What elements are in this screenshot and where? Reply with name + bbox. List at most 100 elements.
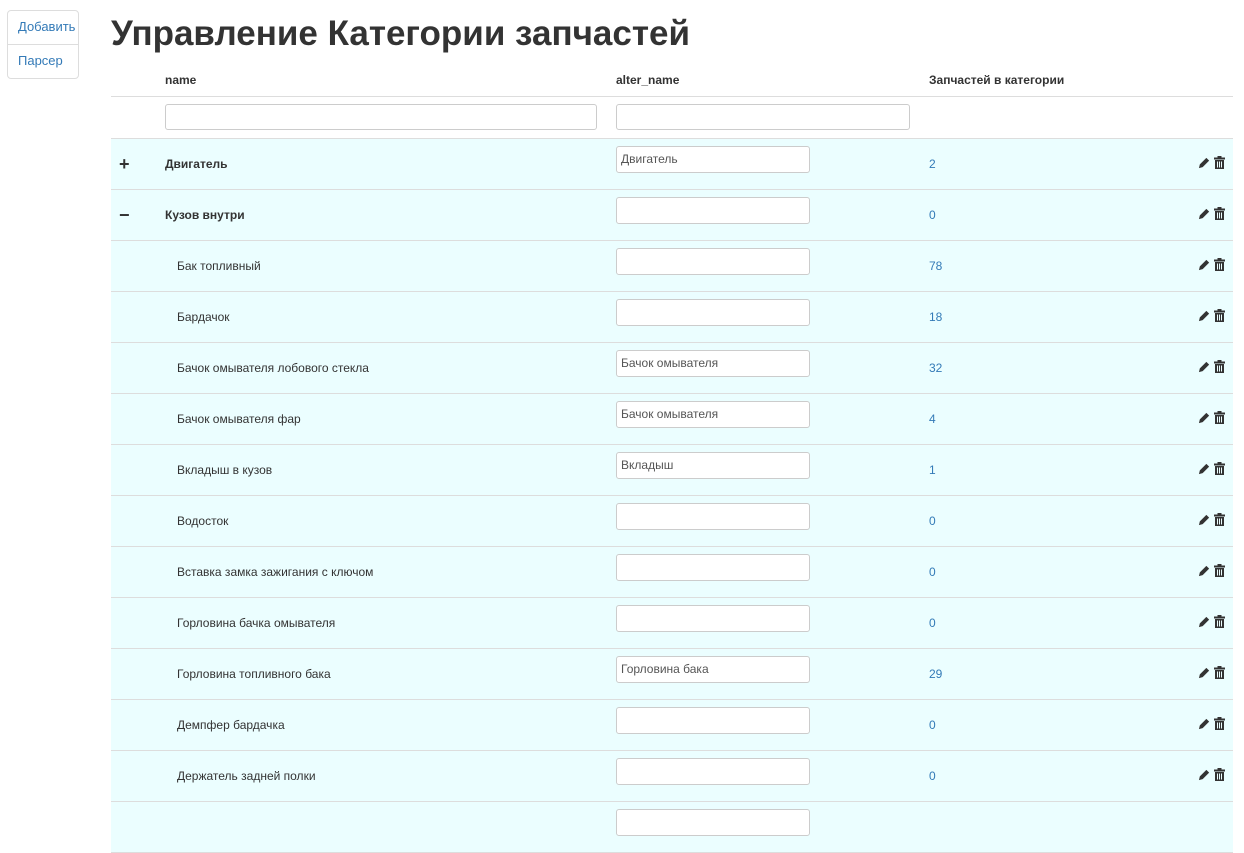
trash-icon[interactable] xyxy=(1214,258,1225,271)
table-row: Горловина бачка омывателя 0 xyxy=(111,598,1233,649)
alter-name-input[interactable]: Бачок омывателя xyxy=(616,350,810,377)
alter-name-input[interactable] xyxy=(616,299,810,326)
trash-icon[interactable] xyxy=(1214,360,1225,373)
pencil-icon[interactable] xyxy=(1198,156,1211,169)
expand-icon[interactable]: + xyxy=(119,154,130,175)
table-header: name alter_name Запчастей в категории xyxy=(111,66,1233,97)
alter-name-input[interactable] xyxy=(616,503,810,530)
parts-count-link[interactable]: 1 xyxy=(929,463,936,477)
pencil-icon[interactable] xyxy=(1198,768,1211,781)
collapse-icon[interactable]: − xyxy=(119,205,130,226)
alter-name-input[interactable] xyxy=(616,248,810,275)
pencil-icon[interactable] xyxy=(1198,666,1211,679)
category-name: Вставка замка зажигания с ключом xyxy=(177,565,374,579)
table-row: Горловина топливного бака Горловина бака 2… xyxy=(111,649,1233,700)
parser-link[interactable]: Парсер xyxy=(8,44,78,78)
category-name: Бак топливный xyxy=(177,259,261,273)
column-header-count[interactable]: Запчастей в категории xyxy=(929,73,1064,87)
alter-name-input[interactable]: Горловина бака xyxy=(616,656,810,683)
alter-name-filter-input[interactable] xyxy=(616,104,910,130)
row-actions xyxy=(1198,666,1225,679)
name-filter-input[interactable] xyxy=(165,104,597,130)
pencil-icon[interactable] xyxy=(1198,615,1211,628)
alter-name-input[interactable] xyxy=(616,758,810,785)
row-actions xyxy=(1198,768,1225,781)
filter-row xyxy=(111,97,1233,139)
parts-count-link[interactable]: 4 xyxy=(929,412,936,426)
parts-count-link[interactable]: 0 xyxy=(929,769,936,783)
trash-icon[interactable] xyxy=(1214,564,1225,577)
alter-name-input[interactable] xyxy=(616,554,810,581)
pencil-icon[interactable] xyxy=(1198,564,1211,577)
category-name: Кузов внутри xyxy=(165,208,245,222)
trash-icon[interactable] xyxy=(1214,309,1225,322)
trash-icon[interactable] xyxy=(1214,717,1225,730)
alter-name-input[interactable] xyxy=(616,809,810,836)
add-link[interactable]: Добавить xyxy=(8,11,78,44)
column-header-name[interactable]: name xyxy=(165,73,196,87)
trash-icon[interactable] xyxy=(1214,513,1225,526)
category-name: Бачок омывателя лобового стекла xyxy=(177,361,369,375)
parts-count-link[interactable]: 18 xyxy=(929,310,942,324)
table-row xyxy=(111,802,1233,853)
trash-icon[interactable] xyxy=(1214,156,1225,169)
pencil-icon[interactable] xyxy=(1198,513,1211,526)
categories-table: name alter_name Запчастей в категории + Д… xyxy=(111,66,1233,853)
category-name: Горловина бачка омывателя xyxy=(177,616,336,630)
trash-icon[interactable] xyxy=(1214,411,1225,424)
category-name: Двигатель xyxy=(165,157,228,171)
parts-count-link[interactable]: 0 xyxy=(929,616,936,630)
category-name: Бардачок xyxy=(177,310,230,324)
table-row: Бачок омывателя лобового стекла Бачок омы… xyxy=(111,343,1233,394)
parts-count-link[interactable]: 0 xyxy=(929,565,936,579)
table-row: + Двигатель Двигатель 2 xyxy=(111,139,1233,190)
category-name: Водосток xyxy=(177,514,229,528)
row-actions xyxy=(1198,156,1225,169)
table-row: Вкладыш в кузов Вкладыш 1 xyxy=(111,445,1233,496)
table-row: Держатель задней полки 0 xyxy=(111,751,1233,802)
trash-icon[interactable] xyxy=(1214,666,1225,679)
category-name: Держатель задней полки xyxy=(177,769,316,783)
sidebar-menu: Добавить Парсер xyxy=(7,10,79,79)
trash-icon[interactable] xyxy=(1214,768,1225,781)
pencil-icon[interactable] xyxy=(1198,411,1211,424)
trash-icon[interactable] xyxy=(1214,207,1225,220)
row-actions xyxy=(1198,513,1225,526)
parts-count-link[interactable]: 0 xyxy=(929,718,936,732)
category-name: Демпфер бардачка xyxy=(177,718,285,732)
parts-count-link[interactable]: 0 xyxy=(929,514,936,528)
row-actions xyxy=(1198,258,1225,271)
category-name: Бачок омывателя фар xyxy=(177,412,301,426)
alter-name-input[interactable]: Бачок омывателя xyxy=(616,401,810,428)
table-row: Бачок омывателя фар Бачок омывателя 4 xyxy=(111,394,1233,445)
row-actions xyxy=(1198,360,1225,373)
alter-name-input[interactable]: Вкладыш xyxy=(616,452,810,479)
row-actions xyxy=(1198,411,1225,424)
table-row: Водосток 0 xyxy=(111,496,1233,547)
pencil-icon[interactable] xyxy=(1198,717,1211,730)
pencil-icon[interactable] xyxy=(1198,309,1211,322)
parts-count-link[interactable]: 32 xyxy=(929,361,942,375)
parts-count-link[interactable]: 0 xyxy=(929,208,936,222)
pencil-icon[interactable] xyxy=(1198,462,1211,475)
alter-name-input[interactable] xyxy=(616,707,810,734)
row-actions xyxy=(1198,309,1225,322)
alter-name-input[interactable] xyxy=(616,605,810,632)
parts-count-link[interactable]: 29 xyxy=(929,667,942,681)
trash-icon[interactable] xyxy=(1214,615,1225,628)
table-row: Вставка замка зажигания с ключом 0 xyxy=(111,547,1233,598)
category-name: Горловина топливного бака xyxy=(177,667,331,681)
row-actions xyxy=(1198,207,1225,220)
pencil-icon[interactable] xyxy=(1198,258,1211,271)
alter-name-input[interactable]: Двигатель xyxy=(616,146,810,173)
trash-icon[interactable] xyxy=(1214,462,1225,475)
alter-name-input[interactable] xyxy=(616,197,810,224)
table-row: − Кузов внутри 0 xyxy=(111,190,1233,241)
parts-count-link[interactable]: 78 xyxy=(929,259,942,273)
pencil-icon[interactable] xyxy=(1198,207,1211,220)
parts-count-link[interactable]: 2 xyxy=(929,157,936,171)
column-header-alter-name[interactable]: alter_name xyxy=(616,73,679,87)
pencil-icon[interactable] xyxy=(1198,360,1211,373)
row-actions xyxy=(1198,564,1225,577)
row-actions xyxy=(1198,717,1225,730)
